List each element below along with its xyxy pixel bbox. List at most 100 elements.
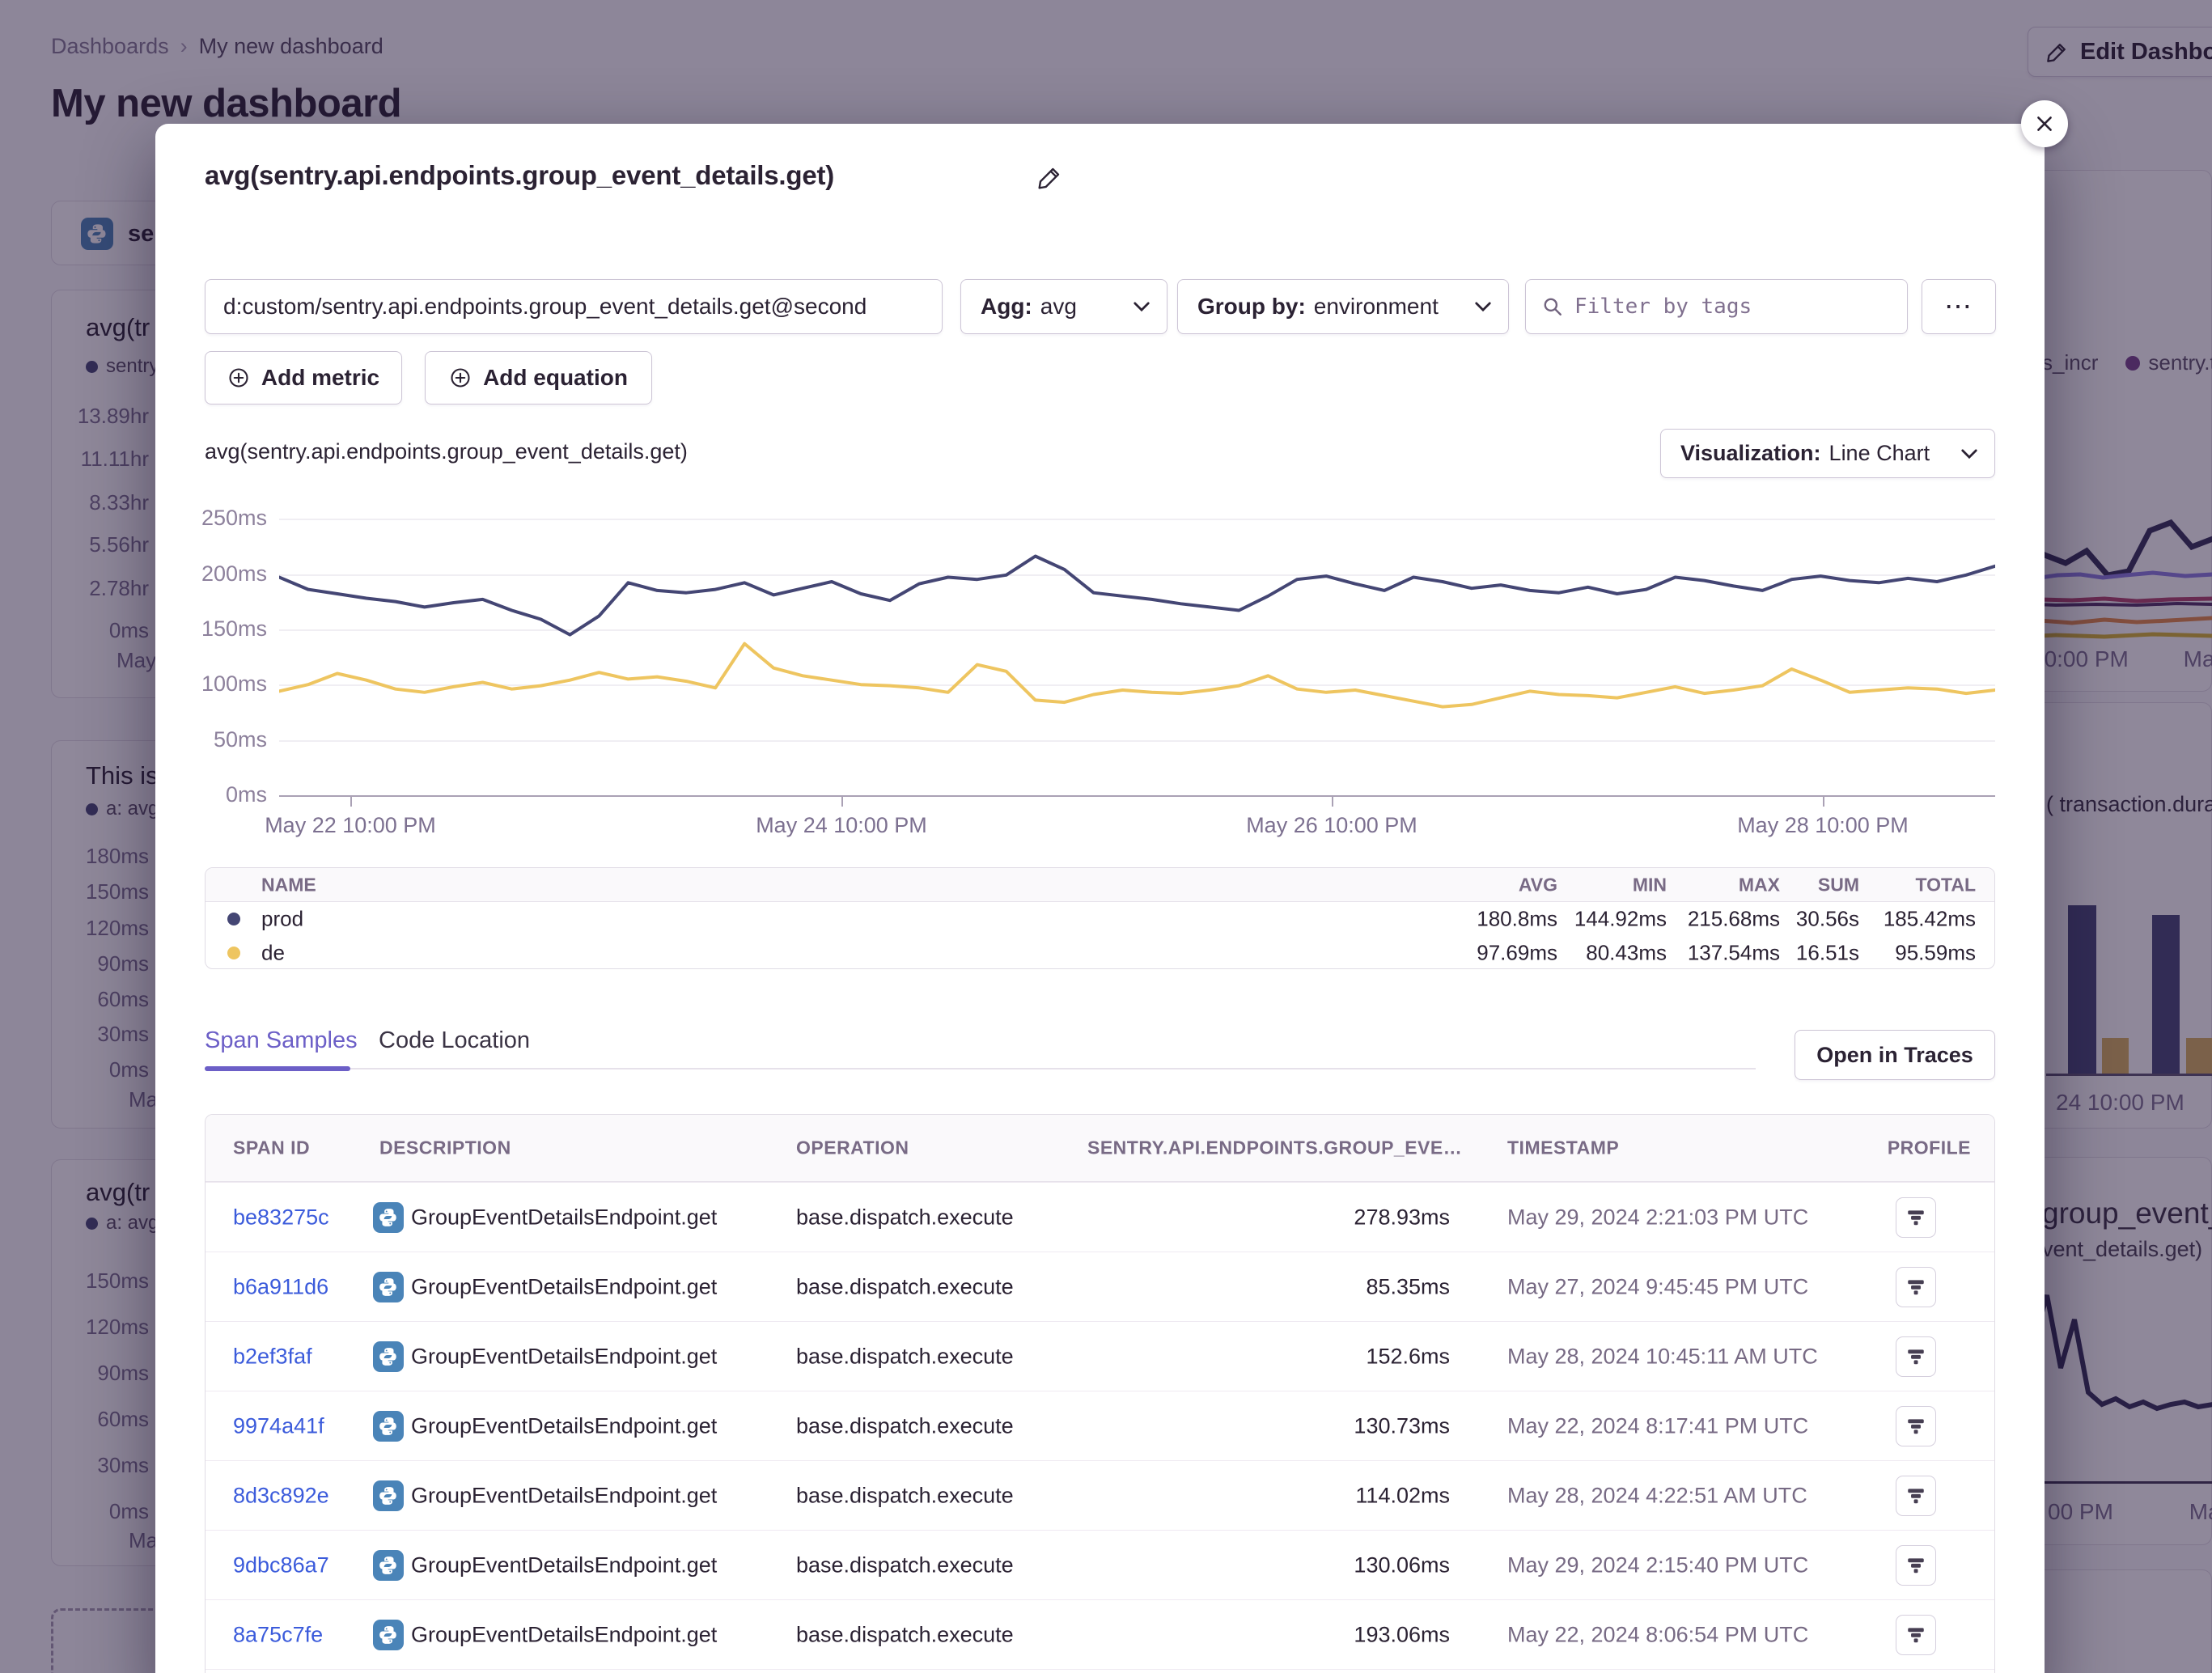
python-icon [373,1620,404,1650]
series-sum: 30.56s [1796,907,1859,932]
close-icon [2034,113,2055,134]
span-timestamp: May 22, 2024 8:17:41 PM UTC [1507,1413,1808,1438]
agg-value: avg [1040,294,1077,320]
x-tick-label: May 22 10:00 PM [253,813,447,838]
col-span-id: SPAN ID [233,1137,310,1159]
span-duration: 130.06ms [1354,1552,1450,1578]
profile-flamegraph-button[interactable] [1896,1197,1936,1238]
open-in-traces-label: Open in Traces [1816,1043,1973,1068]
span-timestamp: May 29, 2024 2:21:03 PM UTC [1507,1205,1808,1230]
metric-line-chart[interactable] [279,497,1995,804]
groupby-dropdown[interactable]: Group by: environment [1177,279,1509,334]
tab-span-samples[interactable]: Span Samples [205,1027,358,1054]
active-tab-indicator [205,1066,350,1071]
profile-flamegraph-button[interactable] [1896,1267,1936,1307]
series-min: 144.92ms [1574,907,1667,932]
series-sum: 16.51s [1796,941,1859,966]
search-icon [1542,296,1563,317]
python-icon [373,1272,404,1302]
span-description: GroupEventDetailsEndpoint.get [411,1274,717,1299]
python-icon [373,1550,404,1581]
add-metric-label: Add metric [261,365,379,391]
span-operation: base.dispatch.execute [796,1552,1014,1578]
summary-col-max: MAX [1739,874,1780,896]
samples-header-row: SPAN ID DESCRIPTION OPERATION SENTRY.API… [206,1115,1994,1182]
summary-row-prod[interactable]: prod 180.8ms 144.92ms 215.68ms 30.56s 18… [206,902,1994,936]
profile-flamegraph-button[interactable] [1896,1476,1936,1516]
metric-query-field[interactable] [205,279,943,334]
span-duration: 85.35ms [1366,1274,1450,1299]
span-id-link[interactable]: b6a911d6 [233,1274,328,1299]
tag-filter-field[interactable] [1525,279,1908,334]
span-description: GroupEventDetailsEndpoint.get [411,1344,717,1369]
summary-row-de[interactable]: de 97.69ms 80.43ms 137.54ms 16.51s 95.59… [206,936,1994,969]
agg-dropdown[interactable]: Agg: avg [960,279,1167,334]
x-tick-label: May 26 10:00 PM [1235,813,1429,838]
app-root: Dashboards›My new dashboard My new dashb… [0,0,2212,1673]
summary-col-total: TOTAL [1915,874,1976,896]
add-equation-button[interactable]: Add equation [425,351,652,404]
span-id-link[interactable]: b2ef3faf [233,1344,312,1369]
query-overflow-button[interactable]: ⋯ [1922,279,1996,334]
metric-details-modal: avg(sentry.api.endpoints.group_event_det… [155,124,2045,1673]
x-tick-label: May 28 10:00 PM [1726,813,1920,838]
y-tick-label: 200ms [155,561,267,587]
span-duration: 193.06ms [1354,1622,1450,1647]
span-id-link[interactable]: 8a75c7fe [233,1622,323,1647]
span-description: GroupEventDetailsEndpoint.get [411,1552,717,1578]
y-tick-label: 250ms [155,506,267,531]
span-operation: base.dispatch.execute [796,1274,1014,1299]
span-description: GroupEventDetailsEndpoint.get [411,1413,717,1438]
tab-code-location[interactable]: Code Location [379,1027,530,1054]
series-summary-table: NAME AVG MIN MAX SUM TOTAL prod 180.8ms … [205,867,1995,969]
tag-filter-input[interactable] [1574,294,1891,319]
profile-flamegraph-button[interactable] [1896,1615,1936,1655]
series-color-dot [227,947,240,959]
series-avg: 180.8ms [1477,907,1557,932]
python-icon [373,1341,404,1372]
chevron-down-icon [1474,301,1492,312]
span-duration: 114.02ms [1355,1483,1450,1508]
span-timestamp: May 29, 2024 2:15:40 PM UTC [1507,1552,1808,1578]
series-min: 80.43ms [1586,941,1667,966]
x-tick-label: May 24 10:00 PM [744,813,939,838]
span-id-link[interactable]: 9974a41f [233,1413,324,1438]
open-in-traces-button[interactable]: Open in Traces [1795,1030,1995,1080]
edit-title-pencil-icon[interactable] [1037,164,1063,190]
python-icon [373,1202,404,1233]
span-description: GroupEventDetailsEndpoint.get [411,1483,717,1508]
y-tick-label: 50ms [155,727,267,752]
metric-query-input[interactable] [223,294,924,320]
summary-col-avg: AVG [1519,874,1557,896]
span-id-link[interactable]: 9dbc86a7 [233,1552,329,1578]
span-timestamp: May 28, 2024 10:45:11 AM UTC [1507,1344,1818,1369]
profile-flamegraph-button[interactable] [1896,1336,1936,1377]
visualization-dropdown[interactable]: Visualization: Line Chart [1660,429,1995,478]
span-operation: base.dispatch.execute [796,1622,1014,1647]
profile-flamegraph-button[interactable] [1896,1545,1936,1586]
span-duration: 278.93ms [1354,1205,1450,1230]
col-timestamp: TIMESTAMP [1507,1137,1619,1159]
span-id-link[interactable]: 8d3c892e [233,1483,329,1508]
chart-title: avg(sentry.api.endpoints.group_event_det… [205,439,688,464]
col-operation: OPERATION [796,1137,909,1159]
col-description: DESCRIPTION [379,1137,511,1159]
visualization-label: Visualization: [1680,441,1821,466]
agg-label: Agg: [981,294,1032,320]
span-samples-table: SPAN ID DESCRIPTION OPERATION SENTRY.API… [205,1114,1995,1673]
plus-circle-icon [449,366,472,389]
span-operation: base.dispatch.execute [796,1205,1014,1230]
span-id-link[interactable]: be83275c [233,1205,329,1230]
table-row: be83275c GroupEventDetailsEndpoint.get b… [206,1182,1994,1252]
span-operation: base.dispatch.execute [796,1344,1014,1369]
profile-flamegraph-button[interactable] [1896,1406,1936,1446]
series-name: prod [261,907,303,932]
col-metric: SENTRY.API.ENDPOINTS.GROUP_EVE… [1087,1137,1462,1159]
add-metric-button[interactable]: Add metric [205,351,402,404]
table-row-partial [206,1669,1994,1673]
summary-header-row: NAME AVG MIN MAX SUM TOTAL [206,868,1994,902]
series-total: 95.59ms [1895,941,1976,966]
close-modal-button[interactable] [2021,100,2068,147]
modal-title: avg(sentry.api.endpoints.group_event_det… [205,160,834,191]
span-timestamp: May 27, 2024 9:45:45 PM UTC [1507,1274,1808,1299]
